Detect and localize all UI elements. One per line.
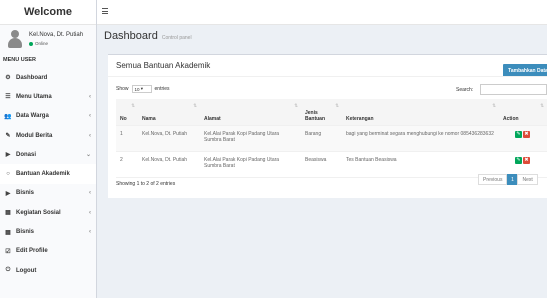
chevron-left-icon: ‹	[89, 190, 91, 197]
table-icon: ▦	[5, 229, 11, 236]
caret-right-icon: ▶	[5, 152, 11, 159]
sidebar-item-edit-profile[interactable]: ☑ Edit Profile	[0, 242, 96, 261]
next-button[interactable]: Next	[517, 174, 538, 185]
content-header: Dashboard Control panel	[104, 30, 192, 42]
length-control: Show 10 ▾ entries	[116, 85, 170, 93]
online-dot-icon	[29, 41, 33, 46]
col-header-action[interactable]: Action ⇅	[499, 99, 547, 126]
app-logo[interactable]: Welcome	[0, 0, 96, 25]
col-header-jenis-bantuan[interactable]: Jenis Bantuan ⇅	[301, 99, 342, 126]
chevron-left-icon: ‹	[89, 113, 91, 120]
chevron-left-icon: ‹	[89, 209, 91, 216]
data-box: Semua Bantuan Akademik Tambahkan Data Sh…	[108, 54, 547, 198]
sidebar-item-logout[interactable]: ⏻ Logout	[0, 261, 96, 280]
sidebar-item-menu-utama[interactable]: ☰ Menu Utama ‹	[0, 87, 96, 106]
col-header-keterangan[interactable]: Keterangan ⇅	[342, 99, 499, 126]
user-panel: Kel.Nova, Dt. Putiah Online	[0, 25, 96, 52]
user-name: Kel.Nova, Dt. Putiah	[29, 32, 84, 38]
circle-icon: ○	[6, 171, 10, 178]
edit-icon[interactable]: ✎	[515, 130, 522, 138]
sidebar-item-donasi[interactable]: ▶ Donasi ⌄	[0, 145, 96, 164]
avatar	[8, 29, 22, 48]
entries-select[interactable]: 10 ▾	[131, 85, 152, 93]
dashboard-icon: ⚙	[5, 75, 11, 82]
divider	[108, 76, 547, 77]
pagination: Previous 1 Next	[478, 174, 538, 185]
table-icon: ▦	[5, 210, 11, 217]
search-label: Search:	[456, 87, 474, 93]
sidebar-item-kegiatan-sosial[interactable]: ▦ Kegiatan Sosial ‹	[0, 203, 96, 222]
edit-icon: ☑	[5, 248, 11, 255]
page-1-button[interactable]: 1	[507, 174, 518, 185]
top-navbar	[97, 0, 547, 25]
page-subtitle: Control panel	[161, 35, 192, 41]
table-row: 1 Kel.Nova, Dt. Putiah Kel.Alai Parak Ko…	[116, 125, 547, 152]
chevron-left-icon: ‹	[89, 229, 91, 236]
entries-info: Showing 1 to 2 of 2 entries	[116, 181, 176, 187]
sidebar-item-bisnis[interactable]: ▶ Bisnis ‹	[0, 184, 96, 203]
search-input[interactable]	[480, 84, 547, 95]
user-status: Online	[29, 41, 83, 46]
sidebar-item-bantuan-akademik[interactable]: ○ Bantuan Akademik	[0, 164, 96, 184]
caret-right-icon: ▶	[5, 190, 11, 197]
delete-icon[interactable]: ✖	[523, 156, 530, 164]
sidebar-item-data-warga[interactable]: 👥 Data Warga ‹	[0, 107, 96, 126]
users-icon: 👥	[4, 113, 12, 120]
table-header-row: No ⇅ Nama ⇅ Alamat ⇅ Jenis Bantuan ⇅ Keteran…	[116, 99, 547, 126]
sidebar-item-modul-berita[interactable]: ✎ Modul Berita ‹	[0, 126, 96, 145]
sidebar-item-dashboard[interactable]: ⚙ Dashboard	[0, 68, 96, 87]
previous-button[interactable]: Previous	[478, 174, 508, 185]
sidebar-menu: ⚙ Dashboard ☰ Menu Utama ‹ 👥 Data Warga ‹ ✎ Mo…	[0, 68, 96, 280]
pencil-icon: ✎	[5, 133, 11, 140]
col-header-alamat[interactable]: Alamat ⇅	[200, 99, 301, 126]
chevron-left-icon: ‹	[89, 93, 91, 100]
menu-header: MENU USER	[3, 57, 37, 63]
sidebar: Welcome Kel.Nova, Dt. Putiah Online MENU…	[0, 0, 97, 298]
col-header-nama[interactable]: Nama ⇅	[138, 99, 200, 126]
delete-icon[interactable]: ✖	[523, 130, 530, 138]
chevron-left-icon: ‹	[89, 132, 91, 139]
action-cell: ✎ ✖	[499, 125, 547, 152]
power-icon: ⏻	[5, 267, 11, 274]
hamburger-menu-icon[interactable]	[102, 8, 108, 16]
box-title: Semua Bantuan Akademik	[116, 61, 211, 70]
col-header-no[interactable]: No ⇅	[116, 99, 138, 126]
chevron-down-icon: ⌄	[85, 152, 91, 159]
list-icon: ☰	[5, 94, 11, 101]
page-title: Dashboard	[104, 30, 158, 42]
data-table: No ⇅ Nama ⇅ Alamat ⇅ Jenis Bantuan ⇅ Keteran…	[116, 99, 547, 178]
edit-icon[interactable]: ✎	[515, 156, 522, 164]
sidebar-item-bisnis-2[interactable]: ▦ Bisnis ‹	[0, 222, 96, 241]
